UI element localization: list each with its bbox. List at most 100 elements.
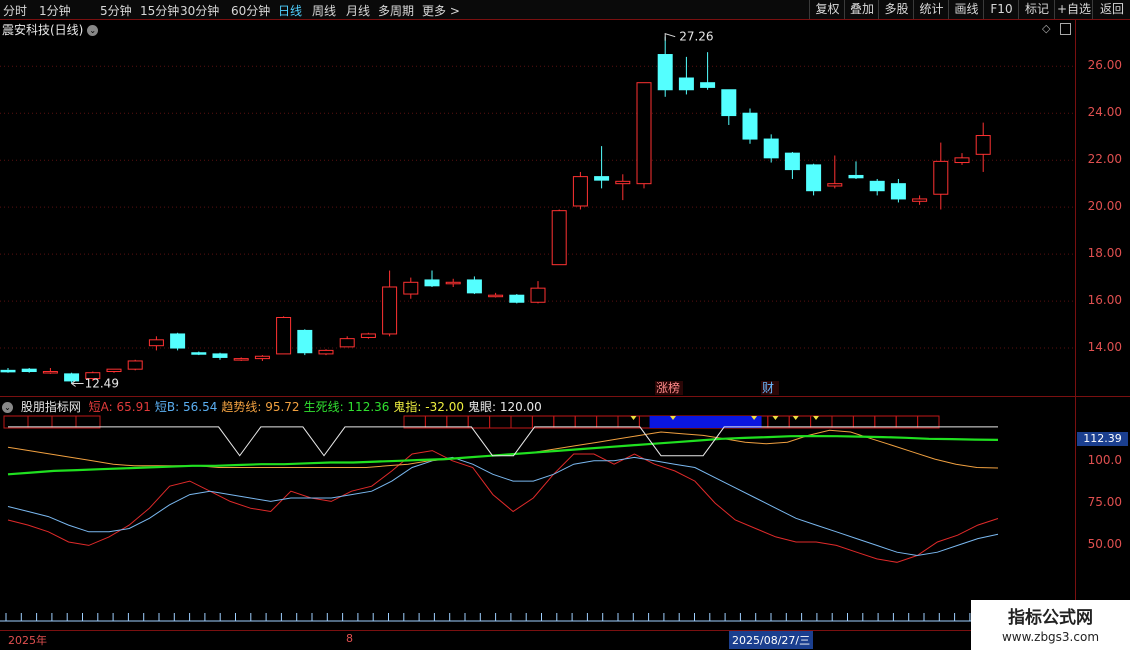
- signal-box: [917, 415, 940, 429]
- candle-body: [678, 77, 694, 91]
- signal-marker: [792, 416, 799, 420]
- indicator-legend-item: 短A: 65.91: [88, 400, 151, 414]
- candle-body: [403, 281, 419, 295]
- signal-box: [3, 415, 29, 429]
- candle-body: [42, 371, 58, 374]
- high-price-label: 27.26: [679, 30, 713, 44]
- candle-body: [148, 339, 164, 347]
- price-tick-label: 20.00: [1087, 199, 1122, 214]
- candle-body: [360, 333, 376, 338]
- signal-marker: [630, 416, 637, 420]
- candle-body: [572, 176, 588, 207]
- watermark: 指标公式网 www.zbgs3.com: [971, 600, 1130, 650]
- candle-body: [954, 157, 970, 164]
- candle-body: [64, 373, 80, 382]
- signal-box: [75, 415, 101, 429]
- indicator-legend-item: 生死线: 112.36: [303, 400, 390, 414]
- signal-box: [574, 415, 598, 429]
- signal-box: [617, 415, 640, 429]
- candle-body: [551, 210, 567, 266]
- indicator-legend-item: 短B: 56.54: [154, 400, 218, 414]
- signal-box: [531, 415, 555, 429]
- candle-body: [784, 152, 800, 171]
- price-tick-label: 14.00: [1087, 340, 1122, 355]
- candle-body: [191, 352, 207, 355]
- signal-box: [767, 415, 790, 429]
- candle-body: [106, 368, 122, 373]
- candle-body: [700, 82, 716, 88]
- candle-body: [0, 369, 16, 373]
- event-tag: 财: [762, 381, 774, 395]
- candle-body: [742, 112, 758, 140]
- candle-body: [466, 279, 482, 294]
- candle-body: [975, 135, 991, 155]
- low-price-label: 12.49: [85, 376, 119, 390]
- candle-body: [890, 183, 906, 200]
- candlestick-chart[interactable]: 27.26 12.49 涨榜 财: [0, 0, 1075, 630]
- signal-box: [424, 415, 448, 429]
- signal-box: [27, 415, 53, 429]
- signal-box: [553, 415, 576, 429]
- candle-body: [530, 287, 546, 303]
- signal-box: [852, 415, 876, 429]
- candle-body: [806, 164, 822, 192]
- event-tag: 涨榜: [656, 380, 680, 395]
- axis-border: [1075, 20, 1076, 630]
- watermark-title: 指标公式网: [1008, 608, 1093, 628]
- signal-box: [596, 415, 619, 429]
- date-label-year: 2025年: [8, 634, 47, 647]
- signal-box: [831, 415, 854, 429]
- signal-blue-fill: [649, 416, 762, 428]
- indicator-legend-item: 鬼指: -32.00: [393, 400, 464, 414]
- signal-box: [874, 415, 897, 429]
- cursor-date: 2025/08/27/三: [729, 631, 814, 649]
- candle-body: [445, 281, 461, 285]
- candle-body: [21, 368, 37, 373]
- candle-body: [170, 333, 186, 349]
- signal-box: [446, 415, 469, 429]
- signal-box: [467, 415, 491, 429]
- candle-body: [636, 82, 652, 185]
- candle-body: [657, 54, 673, 91]
- signal-box: [510, 415, 533, 429]
- candle-body: [594, 176, 610, 181]
- indicator-tick-label: 50.00: [1087, 537, 1122, 552]
- date-label-month: 8: [346, 632, 353, 645]
- signal-box: [489, 415, 512, 429]
- signal-box: [788, 415, 812, 429]
- current-value-badge: 112.39: [1077, 432, 1128, 446]
- indicator-dropdown-icon[interactable]: ⌄: [2, 402, 13, 413]
- high-marker: [664, 33, 676, 41]
- candle-body: [318, 349, 334, 355]
- indicator-legend-item: 鬼眼: 120.00: [467, 400, 542, 414]
- candle-body: [297, 329, 313, 354]
- indicator-header: ⌄ 股朋指标网 短A: 65.91 短B: 56.54 趋势线: 95.72 生死线:…: [2, 398, 546, 415]
- date-axis: 2025年 8 2025/08/27/三: [0, 631, 1130, 650]
- candle-body: [127, 360, 143, 370]
- candle-body: [827, 183, 843, 187]
- signal-box: [810, 415, 833, 429]
- price-tick-label: 24.00: [1087, 105, 1122, 120]
- candle-body: [233, 358, 249, 361]
- candle-body: [488, 294, 504, 298]
- indicator-legend-item: 趋势线: 95.72: [221, 400, 300, 414]
- indicator-line: [8, 426, 998, 457]
- candle-body: [848, 174, 864, 179]
- candle-body: [212, 353, 228, 358]
- candle-body: [339, 338, 355, 348]
- price-tick-label: 16.00: [1087, 293, 1122, 308]
- candle-body: [424, 279, 440, 287]
- candle-body: [615, 180, 631, 185]
- indicator-name: 股朋指标网: [20, 400, 81, 414]
- candle-body: [254, 355, 270, 360]
- signal-box: [403, 415, 426, 429]
- candle-body: [912, 198, 928, 202]
- indicator-tick-label: 100.0: [1087, 452, 1122, 467]
- watermark-url: www.zbgs3.com: [1001, 630, 1100, 644]
- signal-box: [895, 415, 919, 429]
- toolbar-button-8[interactable]: 返回: [1092, 0, 1130, 19]
- candle-body: [763, 138, 779, 159]
- signal-box: [51, 415, 77, 429]
- indicator-tick-label: 75.00: [1087, 495, 1122, 510]
- candle-body: [276, 317, 292, 355]
